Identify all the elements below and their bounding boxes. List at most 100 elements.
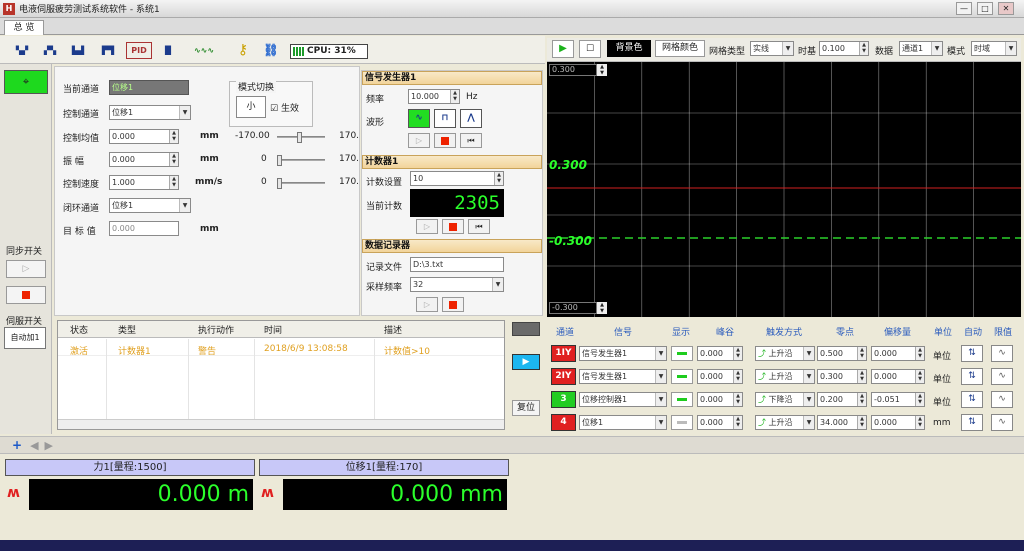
spinner-icon[interactable]: ▲ ▼ (169, 130, 178, 143)
data-source-select[interactable]: 通道1 ▼ (899, 41, 943, 56)
counter-set-input[interactable]: 10 ▲ ▼ (410, 171, 504, 186)
spinner-icon[interactable]: ▲ ▼ (915, 393, 924, 406)
amplitude-slider[interactable] (277, 155, 325, 166)
spinner-icon[interactable]: ▲ ▼ (857, 347, 866, 360)
channel-zero-input[interactable]: 34.000 ▲ ▼ (817, 415, 867, 430)
channel-offset-input[interactable]: 0.000 ▲ ▼ (871, 346, 925, 361)
tool-1-icon[interactable]: ▚▞ (10, 42, 34, 59)
tool-4-icon[interactable]: ▛▜ (96, 42, 120, 59)
tool-3-icon[interactable]: ▙▟ (66, 42, 90, 59)
sg-play-button[interactable]: ▷ (408, 133, 430, 148)
channel-peak-input[interactable]: 0.000 ▲ ▼ (697, 369, 743, 384)
spinner-icon[interactable]: ▲ ▼ (915, 416, 924, 429)
chart-play-button[interactable]: ▶ (552, 40, 574, 58)
closed-loop-select[interactable]: 位移1 ▼ (109, 198, 191, 213)
speed-slider[interactable] (277, 178, 325, 189)
arrow-right-icon[interactable]: ▶ (45, 439, 53, 452)
channel-peak-input[interactable]: 0.000 ▲ ▼ (697, 346, 743, 361)
channel-badge[interactable]: 2IY (551, 368, 576, 385)
chart-stop-button[interactable]: ☐ (579, 40, 601, 58)
counter-stop-button[interactable] (442, 219, 464, 234)
spinner-icon[interactable]: ▲ ▼ (597, 64, 607, 76)
amplitude-slider-thumb[interactable] (277, 155, 282, 166)
channel-zero-input[interactable]: 0.200 ▲ ▼ (817, 392, 867, 407)
spinner-icon[interactable]: ▲ ▼ (169, 176, 178, 189)
network-icon[interactable]: ⛓ (260, 42, 282, 59)
oscilloscope-chart[interactable]: 0.300 ▲ ▼ 0.300 -0.300 -0.300 ▲ ▼ (547, 62, 1021, 317)
spinner-icon[interactable]: ▲ ▼ (915, 370, 924, 383)
spinner-icon[interactable]: ▲ ▼ (733, 370, 742, 383)
record-file-input[interactable]: D:\3.txt (410, 257, 504, 272)
spinner-icon[interactable]: ▲ ▼ (597, 302, 607, 314)
add-icon[interactable]: + (12, 438, 22, 452)
sg-stop-button[interactable] (434, 133, 456, 148)
grid-color-button[interactable]: 网格颜色 (655, 40, 705, 57)
channel-signal-select[interactable]: 信号发生器1 ▼ (579, 346, 667, 361)
limit-icon[interactable]: ∿ (991, 391, 1013, 408)
display-toggle[interactable] (671, 346, 693, 361)
sample-rate-select[interactable]: 32 ▼ (410, 277, 504, 292)
channel-offset-input[interactable]: 0.000 ▲ ▼ (871, 369, 925, 384)
limit-icon[interactable]: ∿ (991, 414, 1013, 431)
sine-wave-button[interactable]: ∿ (408, 109, 430, 128)
freq-input[interactable]: 10.000 ▲ ▼ (408, 89, 460, 104)
channel-signal-select[interactable]: 位移1 ▼ (579, 415, 667, 430)
table-reset-button[interactable]: 复位 (512, 400, 540, 416)
spinner-icon[interactable]: ▲ ▼ (169, 153, 178, 166)
square-wave-button[interactable]: ⊓ (434, 109, 456, 128)
rec-stop-button[interactable] (442, 297, 464, 312)
speed-input[interactable]: 1.000 ▲ ▼ (109, 175, 179, 190)
maximize-button[interactable]: □ (977, 2, 993, 15)
tool-6-icon[interactable]: ▐▌ (158, 42, 178, 59)
spinner-icon[interactable]: ▲ ▼ (733, 393, 742, 406)
rec-play-button[interactable]: ▷ (416, 297, 438, 312)
counter-play-button[interactable]: ▷ (416, 219, 438, 234)
spinner-icon[interactable]: ▲ ▼ (857, 416, 866, 429)
auto-scale-icon[interactable]: ⇅ (961, 391, 983, 408)
triangle-wave-button[interactable]: ⋀ (460, 109, 482, 128)
spinner-icon[interactable]: ▲ ▼ (450, 90, 459, 103)
channel-peak-input[interactable]: 0.000 ▲ ▼ (697, 392, 743, 407)
y-bottom-label[interactable]: -0.300 (549, 302, 597, 314)
grid-type-select[interactable]: 实线 ▼ (750, 41, 794, 56)
channel-trigger-select[interactable]: ⤴ 上升沿 ▼ (755, 346, 815, 361)
channel-badge[interactable]: 3 (551, 391, 576, 408)
control-channel-select[interactable]: 位移1 ▼ (109, 105, 191, 120)
auto-scale-icon[interactable]: ⇅ (961, 414, 983, 431)
channel-offset-input[interactable]: 0.000 ▲ ▼ (871, 415, 925, 430)
spinner-icon[interactable]: ▲ ▼ (857, 370, 866, 383)
sync-play-button[interactable]: ▷ (6, 260, 46, 278)
channel-peak-input[interactable]: 0.000 ▲ ▼ (697, 415, 743, 430)
horizontal-scrollbar[interactable] (58, 419, 504, 429)
time-base-input[interactable]: 0.100 ▲ ▼ (819, 41, 869, 56)
spinner-icon[interactable]: ▲ ▼ (733, 416, 742, 429)
key-icon[interactable]: ⚷ (232, 42, 254, 59)
table-play-button[interactable]: ▶ (512, 354, 540, 370)
wave-tool-icon[interactable]: ∿∿∿ (190, 42, 218, 59)
channel-badge[interactable]: 4 (551, 414, 576, 431)
tab-overview[interactable]: 总 览 (4, 20, 44, 35)
channel-zero-input[interactable]: 0.500 ▲ ▼ (817, 346, 867, 361)
mode-switch-button[interactable]: 小 (236, 96, 266, 118)
display-toggle[interactable] (671, 415, 693, 430)
channel-zero-input[interactable]: 0.300 ▲ ▼ (817, 369, 867, 384)
minimize-button[interactable]: — (956, 2, 972, 15)
channel-signal-select[interactable]: 位移控制器1 ▼ (579, 392, 667, 407)
counter-reset-button[interactable]: ⏮ (468, 219, 490, 234)
tool-2-icon[interactable]: ▞▚ (38, 42, 62, 59)
amplitude-input[interactable]: 0.000 ▲ ▼ (109, 152, 179, 167)
sync-stop-button[interactable] (6, 286, 46, 304)
spinner-icon[interactable]: ▲ ▼ (859, 42, 868, 55)
channel-trigger-select[interactable]: ⤴ 上升沿 ▼ (755, 369, 815, 384)
target-input[interactable]: 0.000 (109, 221, 179, 236)
arrow-left-icon[interactable]: ◀ (30, 439, 38, 452)
spinner-icon[interactable]: ▲ ▼ (733, 347, 742, 360)
display-toggle[interactable] (671, 392, 693, 407)
display-toggle[interactable] (671, 369, 693, 384)
auto-scale-icon[interactable]: ⇅ (961, 368, 983, 385)
channel-trigger-select[interactable]: ⤴ 上升沿 ▼ (755, 415, 815, 430)
chart-mode-select[interactable]: 时域 ▼ (971, 41, 1017, 56)
spinner-icon[interactable]: ▲ ▼ (857, 393, 866, 406)
limit-icon[interactable]: ∿ (991, 345, 1013, 362)
sg-reset-button[interactable]: ⏮ (460, 133, 482, 148)
